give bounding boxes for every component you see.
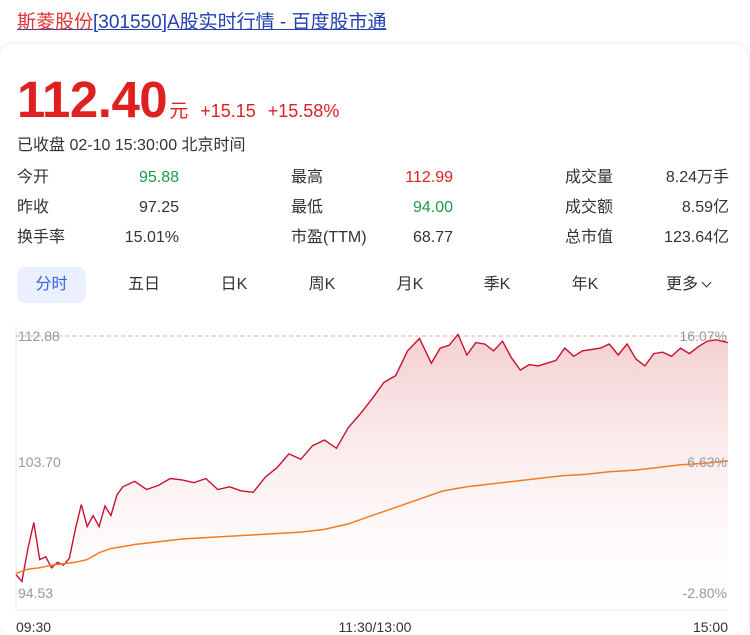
stat-value: 97.25 bbox=[138, 199, 179, 216]
tab-monthly-k[interactable]: 月K bbox=[375, 267, 445, 303]
stat-label: 最高 bbox=[291, 169, 324, 186]
stat-label: 成交额 bbox=[565, 199, 614, 216]
title-rest: [301550]A股实时行情 - 百度股市通 bbox=[93, 12, 387, 33]
y-right-tick-top: 16.07% bbox=[680, 328, 727, 344]
stat-label: 昨收 bbox=[17, 199, 50, 216]
tab-more[interactable]: 更多 bbox=[647, 267, 729, 303]
chevron-down-icon bbox=[701, 277, 712, 288]
tab-five-day[interactable]: 五日 bbox=[109, 267, 179, 303]
stat-turnover: 换手率 15.01% bbox=[17, 225, 179, 255]
y-right-tick-bottom: -2.80% bbox=[683, 585, 727, 601]
y-left-tick-mid: 103.70 bbox=[18, 454, 61, 470]
stat-prev-close: 昨收 97.25 bbox=[17, 195, 179, 225]
market-status: 已收盘 02-10 15:30:00 北京时间 bbox=[17, 137, 246, 154]
stat-value: 8.59亿 bbox=[681, 199, 729, 216]
stat-pe: 市盈(TTM) 68.77 bbox=[291, 225, 453, 255]
price-area bbox=[16, 334, 728, 610]
y-left-tick-top: 112.88 bbox=[18, 328, 60, 344]
y-right-tick-mid: 6.63% bbox=[687, 454, 727, 470]
stat-volume: 成交量 8.24万手 bbox=[565, 165, 729, 195]
tab-quarterly-k[interactable]: 季K bbox=[462, 267, 532, 303]
intraday-chart: 112.88 103.70 94.53 16.07% 6.63% -2.80% … bbox=[15, 326, 728, 635]
stat-market-cap: 总市值 123.64亿 bbox=[565, 225, 729, 255]
tab-intraday[interactable]: 分时 bbox=[17, 267, 86, 303]
price-unit: 元 bbox=[169, 101, 189, 122]
stat-amount: 成交额 8.59亿 bbox=[565, 195, 729, 225]
stat-label: 总市值 bbox=[565, 229, 614, 246]
tab-yearly-k[interactable]: 年K bbox=[550, 267, 620, 303]
tab-daily-k[interactable]: 日K bbox=[199, 267, 269, 303]
stat-label: 今开 bbox=[17, 169, 50, 186]
chart-period-tabs: 分时 五日 日K 周K 月K 季K 年K 更多 bbox=[17, 267, 729, 303]
x-tick-midday: 11:30/13:00 bbox=[339, 619, 412, 635]
price-row: 112.40 元 +15.15 +15.58% bbox=[17, 70, 339, 129]
stock-name: 斯菱股份 bbox=[17, 12, 94, 33]
stat-value: 94.00 bbox=[412, 199, 453, 216]
y-left-tick-bottom: 94.53 bbox=[18, 585, 53, 601]
price-change: +15.15 bbox=[200, 101, 256, 121]
stat-value: 112.99 bbox=[405, 169, 453, 186]
stat-low: 最低 94.00 bbox=[291, 195, 453, 225]
stat-label: 成交量 bbox=[565, 169, 614, 186]
x-tick-close: 15:00 bbox=[693, 619, 728, 635]
stat-value: 68.77 bbox=[412, 229, 453, 246]
x-tick-open: 09:30 bbox=[16, 619, 51, 635]
page-title-link[interactable]: 斯菱股份[301550]A股实时行情 - 百度股市通 bbox=[17, 7, 387, 34]
stat-value: 123.64亿 bbox=[664, 229, 729, 246]
stats-grid: 今开 95.88 昨收 97.25 换手率 15.01% 最高 112.99 最… bbox=[17, 165, 729, 255]
stat-open: 今开 95.88 bbox=[17, 165, 179, 195]
current-price: 112.40 bbox=[17, 71, 168, 128]
tab-more-label: 更多 bbox=[665, 276, 698, 293]
stat-value: 95.88 bbox=[138, 169, 179, 186]
stat-high: 最高 112.99 bbox=[291, 165, 453, 195]
stat-label: 市盈(TTM) bbox=[291, 229, 367, 246]
price-change-percent: +15.58% bbox=[267, 101, 340, 121]
stat-value: 8.24万手 bbox=[665, 169, 729, 186]
stat-value: 15.01% bbox=[124, 229, 179, 246]
stat-label: 最低 bbox=[291, 199, 324, 216]
tab-weekly-k[interactable]: 周K bbox=[287, 267, 357, 303]
stat-label: 换手率 bbox=[17, 229, 66, 246]
